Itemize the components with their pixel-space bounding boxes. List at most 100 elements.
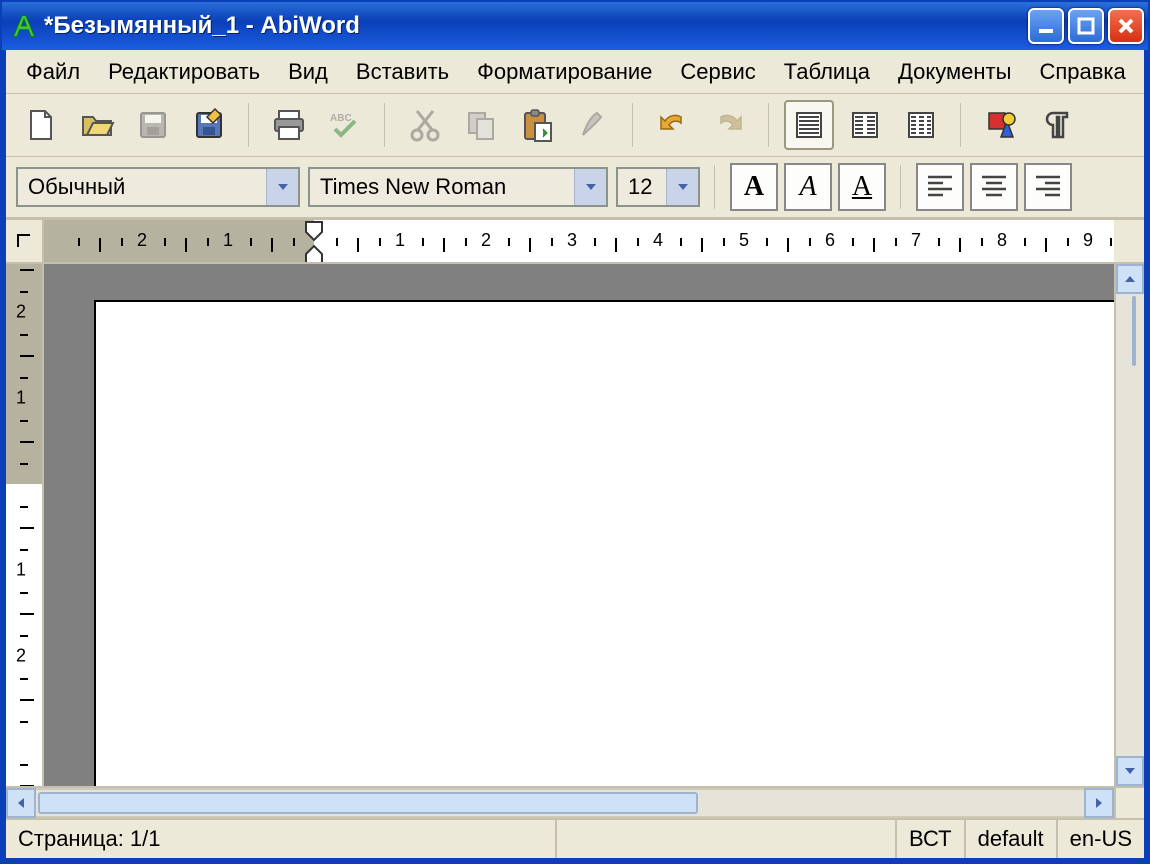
cut-button[interactable] bbox=[400, 100, 450, 150]
ruler-tick bbox=[637, 238, 639, 246]
toolbar-separator bbox=[714, 165, 716, 209]
spellcheck-button[interactable]: ABC bbox=[320, 100, 370, 150]
italic-button[interactable]: А bbox=[784, 163, 832, 211]
ruler-number: 1 bbox=[16, 388, 26, 409]
document-page[interactable] bbox=[94, 300, 1114, 786]
ruler-tick bbox=[20, 678, 28, 680]
ruler-tick bbox=[379, 238, 381, 246]
menu-insert[interactable]: Вставить bbox=[342, 53, 463, 91]
ruler-tick bbox=[121, 238, 123, 246]
font-combo[interactable]: Times New Roman bbox=[308, 167, 608, 207]
ruler-number: 5 bbox=[739, 230, 749, 251]
menu-table[interactable]: Таблица bbox=[770, 53, 884, 91]
format-painter-button[interactable] bbox=[568, 100, 618, 150]
align-left-button[interactable] bbox=[916, 163, 964, 211]
menu-edit[interactable]: Редактировать bbox=[94, 53, 274, 91]
ruler-tick bbox=[529, 238, 531, 252]
bold-button[interactable]: А bbox=[730, 163, 778, 211]
ruler-number: 8 bbox=[997, 230, 1007, 251]
ruler-tick bbox=[981, 238, 983, 246]
open-button[interactable] bbox=[72, 100, 122, 150]
align-center-button[interactable] bbox=[970, 163, 1018, 211]
menubar: Файл Редактировать Вид Вставить Форматир… bbox=[6, 50, 1144, 94]
ruler-tick bbox=[20, 291, 28, 293]
scroll-up-button[interactable] bbox=[1116, 264, 1144, 294]
font-size-combo[interactable]: 12 bbox=[616, 167, 700, 207]
menu-format[interactable]: Форматирование bbox=[463, 53, 666, 91]
ruler-tick bbox=[20, 785, 34, 786]
ruler-tick bbox=[680, 238, 682, 246]
chevron-down-icon[interactable] bbox=[666, 169, 698, 205]
ruler-tick bbox=[20, 506, 28, 508]
menu-documents[interactable]: Документы bbox=[884, 53, 1025, 91]
status-style[interactable]: default bbox=[966, 820, 1058, 858]
ruler-corner[interactable] bbox=[6, 220, 44, 262]
menu-view[interactable]: Вид bbox=[274, 53, 342, 91]
underline-button[interactable]: А bbox=[838, 163, 886, 211]
titlebar: *Безымянный_1 - AbiWord bbox=[0, 0, 1150, 50]
ruler-tick bbox=[20, 764, 28, 766]
ruler-tick bbox=[20, 613, 34, 615]
paragraph-marks-button[interactable] bbox=[1032, 100, 1082, 150]
columns-3-button[interactable] bbox=[896, 100, 946, 150]
scroll-down-button[interactable] bbox=[1116, 756, 1144, 786]
ruler-tick bbox=[766, 238, 768, 246]
ruler-tick bbox=[1045, 238, 1047, 252]
menu-file[interactable]: Файл bbox=[12, 53, 94, 91]
redo-button[interactable] bbox=[704, 100, 754, 150]
close-button[interactable] bbox=[1108, 8, 1144, 44]
window-title: *Безымянный_1 - AbiWord bbox=[44, 12, 1028, 40]
ruler-tick bbox=[20, 721, 28, 723]
scroll-thumb[interactable] bbox=[38, 792, 698, 814]
scroll-corner bbox=[1114, 788, 1144, 818]
ruler-tick bbox=[20, 269, 34, 271]
maximize-button[interactable] bbox=[1068, 8, 1104, 44]
paste-button[interactable] bbox=[512, 100, 562, 150]
shapes-button[interactable] bbox=[976, 100, 1026, 150]
ruler-number: 2 bbox=[137, 230, 147, 251]
vertical-scrollbar[interactable] bbox=[1114, 264, 1144, 786]
columns-1-button[interactable] bbox=[784, 100, 834, 150]
new-button[interactable] bbox=[16, 100, 66, 150]
align-right-button[interactable] bbox=[1024, 163, 1072, 211]
ruler-tick bbox=[701, 238, 703, 252]
ruler-tick bbox=[99, 238, 101, 252]
ruler-tick bbox=[20, 549, 28, 551]
minimize-button[interactable] bbox=[1028, 8, 1064, 44]
status-language[interactable]: en-US bbox=[1058, 820, 1144, 858]
menu-help[interactable]: Справка bbox=[1025, 53, 1139, 91]
ruler-tick bbox=[357, 238, 359, 252]
horizontal-scrollbar-row bbox=[6, 786, 1144, 818]
chevron-down-icon[interactable] bbox=[266, 169, 298, 205]
window-controls bbox=[1028, 8, 1144, 44]
menu-tools[interactable]: Сервис bbox=[666, 53, 769, 91]
document-area[interactable] bbox=[44, 264, 1114, 786]
style-combo[interactable]: Обычный bbox=[16, 167, 300, 207]
save-as-button[interactable] bbox=[184, 100, 234, 150]
columns-2-button[interactable] bbox=[840, 100, 890, 150]
standard-toolbar: ABC bbox=[6, 94, 1144, 157]
save-button[interactable] bbox=[128, 100, 178, 150]
status-insert-mode[interactable]: ВСТ bbox=[897, 820, 966, 858]
ruler-tick bbox=[852, 238, 854, 246]
scroll-right-button[interactable] bbox=[1084, 788, 1114, 818]
undo-button[interactable] bbox=[648, 100, 698, 150]
ruler-number: 3 bbox=[567, 230, 577, 251]
scroll-thumb[interactable] bbox=[1132, 296, 1136, 366]
svg-text:ABC: ABC bbox=[330, 113, 352, 124]
indent-marker[interactable] bbox=[304, 220, 324, 262]
chevron-down-icon[interactable] bbox=[574, 169, 606, 205]
toolbar-separator bbox=[960, 103, 962, 147]
horizontal-ruler[interactable]: 2112345678910 bbox=[44, 220, 1114, 262]
statusbar: Страница: 1/1 ВСТ default en-US bbox=[6, 818, 1144, 858]
ruler-tick bbox=[164, 238, 166, 246]
scroll-left-button[interactable] bbox=[6, 788, 36, 818]
vertical-ruler[interactable]: 2112 bbox=[6, 264, 44, 786]
horizontal-scrollbar[interactable] bbox=[6, 788, 1114, 818]
ruler-tick bbox=[20, 420, 28, 422]
print-button[interactable] bbox=[264, 100, 314, 150]
ruler-tick bbox=[959, 238, 961, 252]
app-chrome: Файл Редактировать Вид Вставить Форматир… bbox=[0, 50, 1150, 864]
copy-button[interactable] bbox=[456, 100, 506, 150]
scroll-track[interactable] bbox=[36, 788, 1084, 818]
